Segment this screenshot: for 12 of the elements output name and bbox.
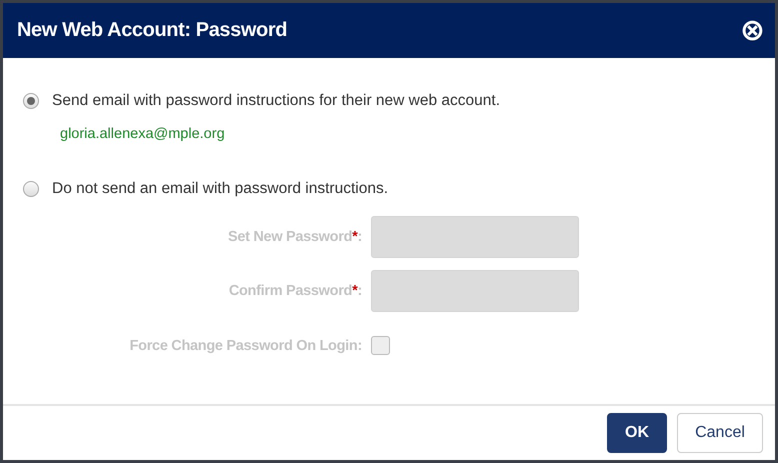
field-label: Set New Password*: bbox=[226, 229, 362, 245]
dialog-title: New Web Account: Password bbox=[17, 19, 288, 42]
option-label[interactable]: Send email with password instructions for their new web account. bbox=[52, 92, 500, 110]
email-address: gloria.allenexa@mple.org bbox=[60, 126, 226, 142]
field-label: Force Change Password On Login: bbox=[128, 338, 362, 354]
field-label: Confirm Password*: bbox=[228, 283, 362, 299]
ok-button[interactable]: OK bbox=[607, 413, 667, 453]
option-label[interactable]: Do not send an email with password instructions. bbox=[52, 180, 388, 198]
close-button[interactable]: ⊗ bbox=[740, 16, 765, 46]
cancel-button[interactable]: Cancel bbox=[677, 413, 763, 453]
radio-button[interactable] bbox=[23, 93, 39, 109]
radio-button[interactable] bbox=[23, 181, 39, 197]
